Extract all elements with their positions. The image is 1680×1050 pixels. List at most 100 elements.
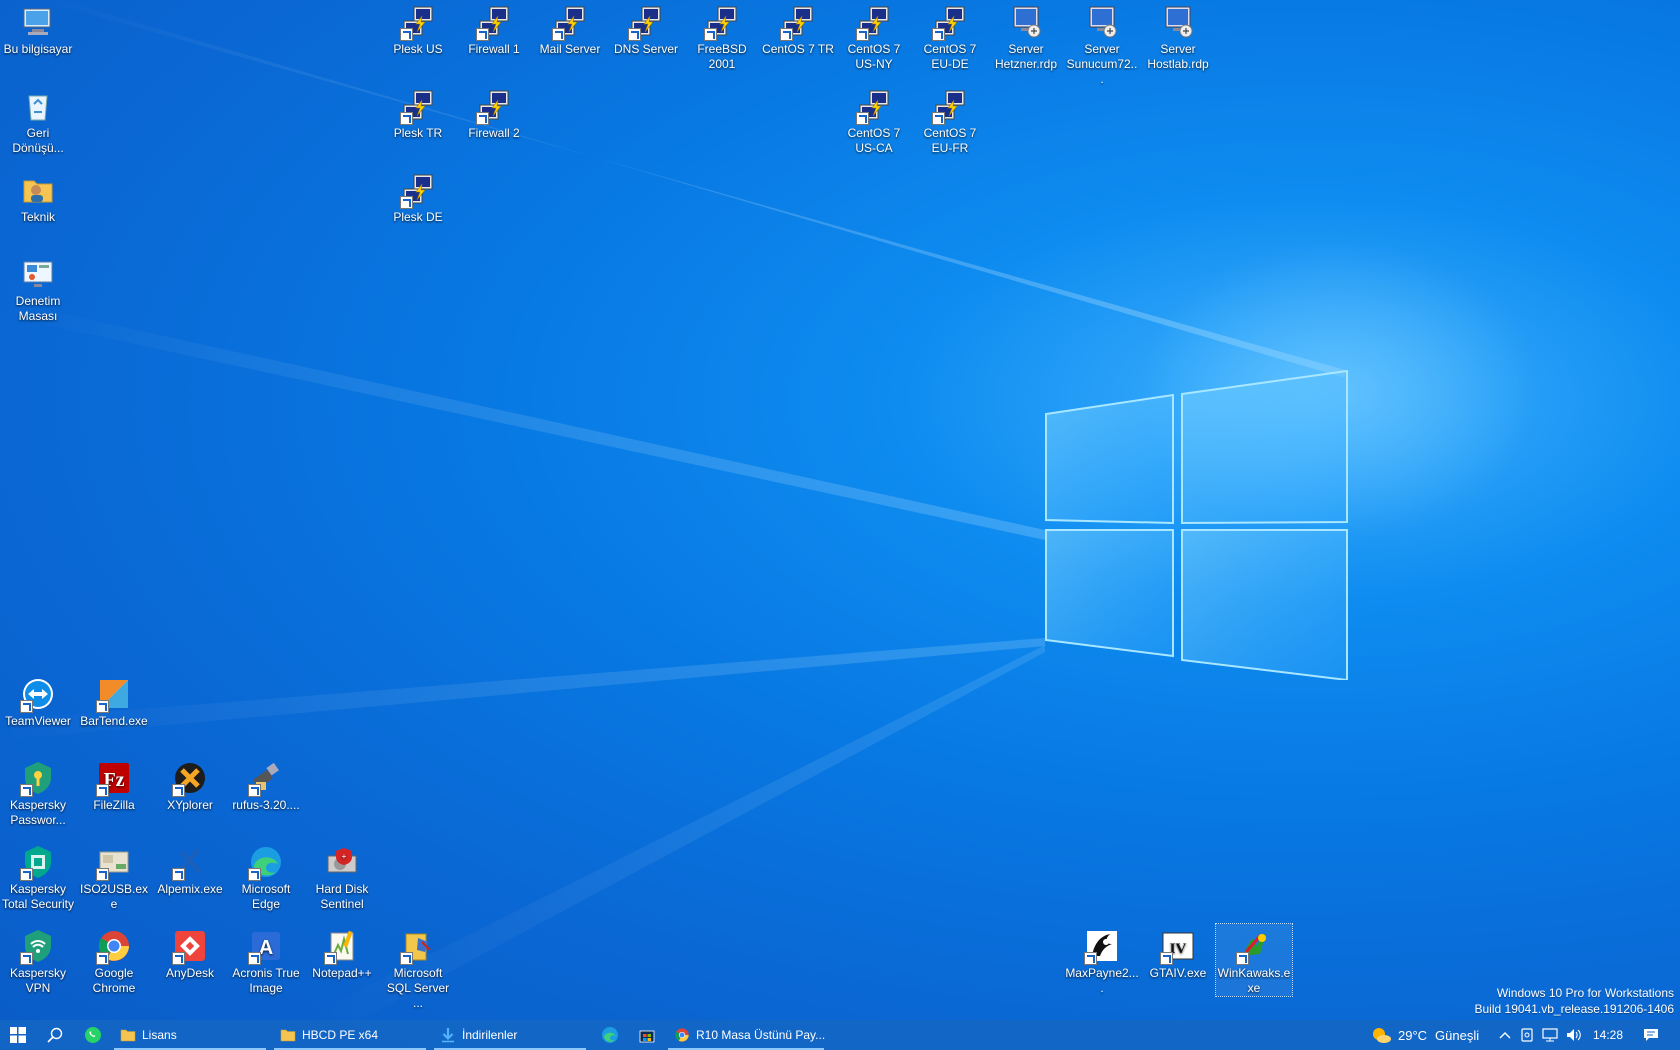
sql-server-icon (400, 928, 436, 965)
search-button[interactable] (38, 1020, 72, 1050)
desktop-icon[interactable]: A Acronis True Image (228, 924, 304, 996)
desktop-icon[interactable]: AnyDesk (152, 924, 228, 981)
desktop-icon-label: TeamViewer (5, 714, 71, 728)
desktop-icon[interactable]: MaxPayne2.... (1064, 924, 1140, 996)
clock-button[interactable]: 14:28 (1593, 1020, 1623, 1050)
desktop-icon-label: BarTend.exe (80, 714, 148, 728)
desktop-icon[interactable]: WinKawaks.exe (1215, 923, 1293, 997)
desktop-icon[interactable]: Plesk US (380, 0, 456, 57)
control-panel-icon (20, 256, 56, 292)
desktop-icon-label: Plesk TR (393, 126, 443, 140)
windows-start-icon (10, 1027, 26, 1043)
desktop-icon[interactable]: Mail Server (532, 0, 608, 57)
desktop-icon[interactable]: Firewall 1 (456, 0, 532, 57)
desktop-icon[interactable]: Firewall 2 (456, 84, 532, 141)
iso2usb-icon (96, 844, 132, 881)
remote-desktop-icon (1008, 4, 1044, 40)
desktop-icon[interactable]: Plesk TR (380, 84, 456, 141)
kaspersky-password-icon (20, 760, 56, 797)
desktop-icon[interactable]: Teknik (0, 168, 76, 225)
desktop-icon[interactable]: CentOS 7 US-NY (836, 0, 912, 72)
hard-disk-sentinel-icon: + (324, 844, 360, 880)
desktop-icon[interactable]: Google Chrome (76, 924, 152, 996)
store-taskbar-button[interactable] (630, 1020, 664, 1050)
desktop-icon-label: Kaspersky Passwor... (9, 798, 67, 827)
tray-volume-button[interactable] (1564, 1020, 1584, 1050)
computer-icon (20, 4, 56, 40)
desktop-icon[interactable]: Microsoft SQL Server ... (380, 924, 456, 1011)
windows-logo (1045, 370, 1348, 680)
desktop-icon[interactable]: CentOS 7 TR (760, 0, 836, 57)
desktop-icon-label: Plesk US (393, 42, 443, 56)
tray-device-icon[interactable] (1518, 1020, 1536, 1050)
desktop[interactable]: Bu bilgisayar Geri Dönüşü... Teknik Denetim… (0, 0, 1680, 1020)
edge-taskbar-button[interactable] (593, 1020, 627, 1050)
desktop-icon[interactable]: Server Hostlab.rdp (1140, 0, 1216, 72)
desktop-icon-label: Acronis True Image (232, 966, 300, 995)
action-center-button[interactable] (1636, 1020, 1666, 1050)
start-button[interactable] (0, 1020, 36, 1050)
desktop-icon-label: WinKawaks.exe (1217, 966, 1291, 995)
desktop-icon-label: Teknik (20, 210, 55, 224)
desktop-icon-label: Microsoft SQL Server ... (386, 966, 450, 1010)
desktop-icon-label: CentOS 7 US-NY (847, 42, 901, 71)
desktop-icon[interactable]: CentOS 7 EU-DE (912, 0, 988, 72)
desktop-icon[interactable]: Geri Dönüşü... (0, 84, 76, 156)
desktop-icon[interactable]: TeamViewer (0, 672, 76, 729)
desktop-icon-label: Server Hetzner.rdp (994, 42, 1058, 71)
desktop-icon[interactable]: Plesk DE (380, 168, 456, 225)
desktop-icon[interactable]: Denetim Masası (0, 252, 76, 324)
desktop-icon[interactable]: Kaspersky Passwor... (0, 756, 76, 828)
tray-overflow-button[interactable] (1496, 1020, 1514, 1050)
gtaiv-icon: IV (1160, 928, 1196, 965)
taskbar-app-button[interactable]: HBCD PE x64 (274, 1020, 426, 1050)
desktop-icon-label: Plesk DE (393, 210, 443, 224)
desktop-icon-label: Server Hostlab.rdp (1147, 42, 1209, 71)
desktop-icon[interactable]: CentOS 7 US-CA (836, 84, 912, 156)
desktop-icon[interactable]: Kaspersky Total Security (0, 840, 76, 912)
maxpayne-icon (1084, 928, 1120, 965)
desktop-icon[interactable]: IV GTAIV.exe (1140, 924, 1216, 981)
desktop-icon-label: CentOS 7 TR (762, 42, 834, 56)
taskbar-app-button[interactable]: Lisans (114, 1020, 266, 1050)
desktop-icon-label: Denetim Masası (15, 294, 61, 323)
desktop-icon[interactable]: rufus-3.20.... (228, 756, 304, 813)
desktop-icon[interactable]: Alpemix.exe (152, 840, 228, 897)
desktop-icon-label: Google Chrome (92, 966, 136, 995)
network-icon (1542, 1028, 1558, 1042)
taskbar-app-title: HBCD PE x64 (302, 1028, 379, 1042)
tray-network-button[interactable] (1540, 1020, 1560, 1050)
taskbar-app-title: R10 Masa Üstünü Pay... (696, 1028, 826, 1042)
kaspersky-vpn-icon (20, 928, 56, 965)
taskbar-app-button[interactable]: İndirilenler (434, 1020, 586, 1050)
desktop-icon-label: AnyDesk (165, 966, 215, 980)
desktop-icon[interactable]: Bu bilgisayar (0, 0, 76, 57)
desktop-icon[interactable]: Fz FileZilla (76, 756, 152, 813)
desktop-icon[interactable]: Notepad++ (304, 924, 380, 981)
desktop-icon[interactable]: Server Hetzner.rdp (988, 0, 1064, 72)
taskbar-app-button[interactable]: R10 Masa Üstünü Pay... (668, 1020, 826, 1050)
remote-desktop-icon (1084, 4, 1120, 40)
putty-icon (932, 4, 968, 41)
desktop-icon-label: GTAIV.exe (1149, 966, 1207, 980)
desktop-icon[interactable]: Kaspersky VPN (0, 924, 76, 996)
desktop-icon[interactable]: ISO2USB.exe (76, 840, 152, 912)
desktop-icon[interactable]: XYplorer (152, 756, 228, 813)
notepadpp-icon (324, 928, 360, 965)
desktop-icon-label: FreeBSD 2001 (697, 42, 747, 71)
desktop-icon[interactable]: Server Sunucum72... (1064, 0, 1140, 87)
desktop-icon[interactable]: + Hard Disk Sentinel (304, 840, 380, 912)
desktop-icon[interactable]: FreeBSD 2001 (684, 0, 760, 72)
recycle-bin-icon (20, 88, 56, 124)
putty-icon (856, 4, 892, 41)
desktop-icon[interactable]: CentOS 7 EU-FR (912, 84, 988, 156)
desktop-icon-label: Hard Disk Sentinel (315, 882, 369, 911)
desktop-icon[interactable]: DNS Server (608, 0, 684, 57)
desktop-icon[interactable]: Microsoft Edge (228, 840, 304, 912)
notifications-icon (1644, 1029, 1658, 1041)
weather-widget[interactable]: 29°C Güneşli (1370, 1020, 1479, 1050)
desktop-icon[interactable]: BarTend.exe (76, 672, 152, 729)
whatsapp-taskbar-button[interactable] (76, 1020, 110, 1050)
desktop-icon-label: CentOS 7 US-CA (847, 126, 901, 155)
desktop-icon-label: Server Sunucum72... (1066, 42, 1138, 86)
